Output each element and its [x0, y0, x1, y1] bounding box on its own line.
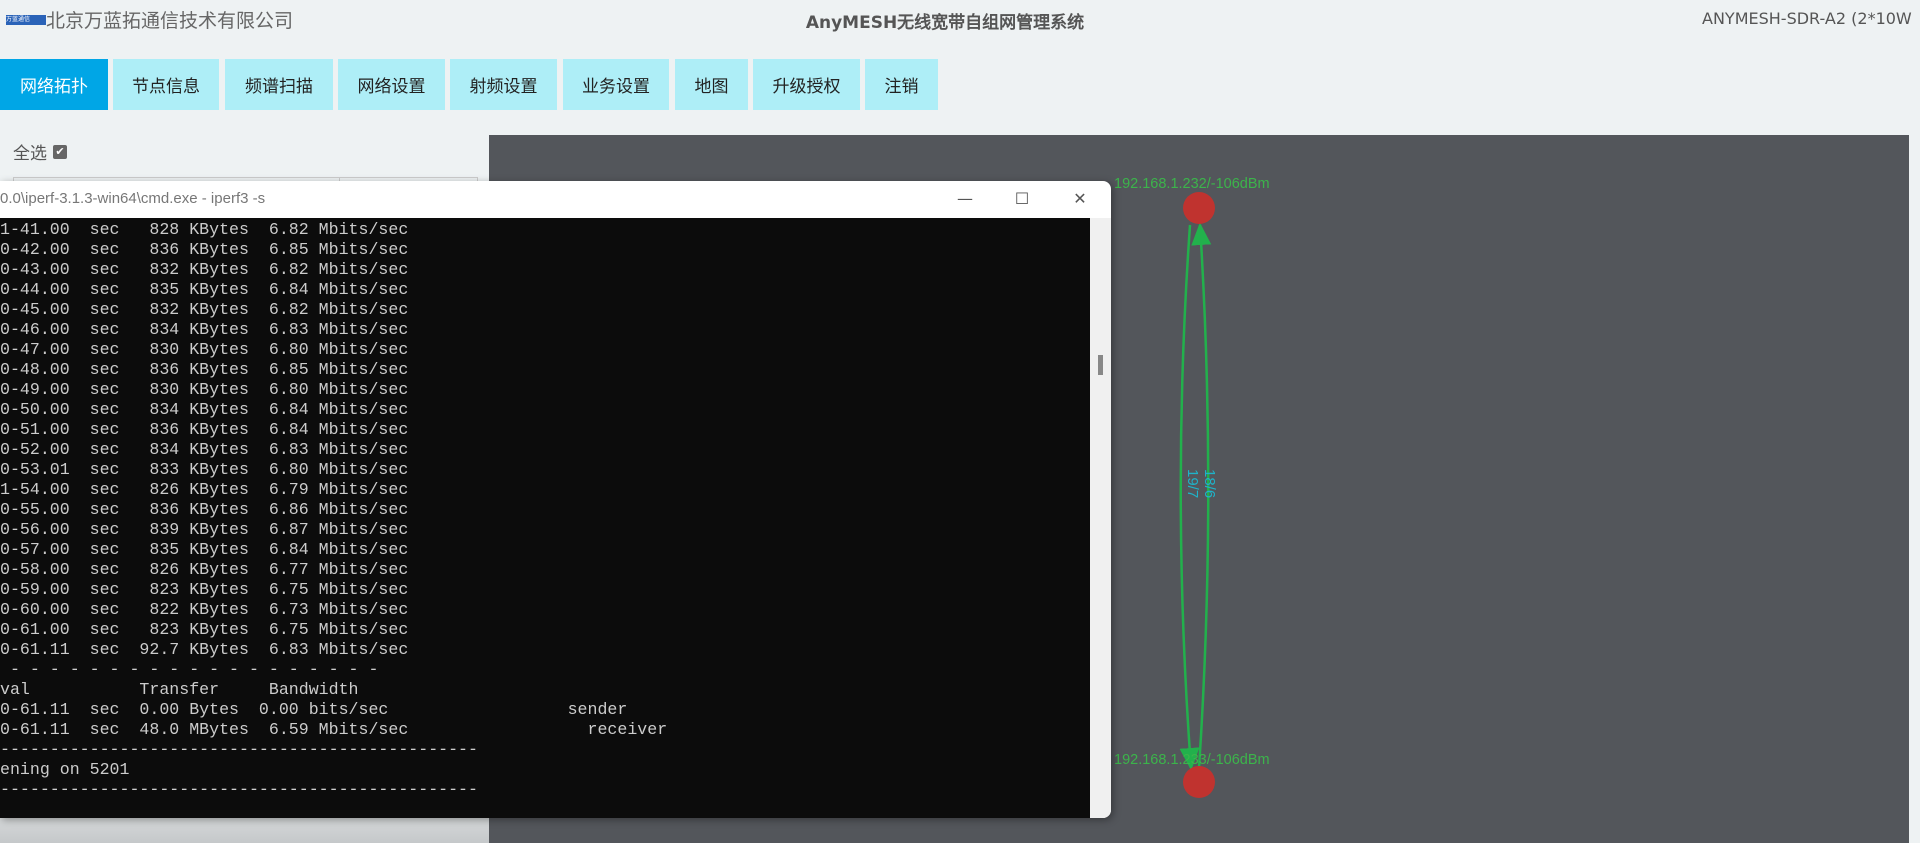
close-button[interactable]: ✕: [1065, 185, 1095, 213]
scrollbar-thumb[interactable]: [1098, 355, 1103, 375]
node-circle: [1183, 766, 1215, 798]
terminal-output[interactable]: 1-41.00 sec 828 KBytes 6.82 Mbits/sec0-4…: [0, 218, 1090, 818]
tab-0[interactable]: 网络拓扑: [0, 59, 108, 110]
terminal-line: 0-61.00 sec 823 KBytes 6.75 Mbits/sec: [0, 620, 1090, 640]
window-title: 0.0\iperf-3.1.3-win64\cmd.exe - iperf3 -…: [0, 190, 265, 207]
terminal-line: 0-46.00 sec 834 KBytes 6.83 Mbits/sec: [0, 320, 1090, 340]
terminal-line: 1-41.00 sec 828 KBytes 6.82 Mbits/sec: [0, 220, 1090, 240]
terminal-line: 0-49.00 sec 830 KBytes 6.80 Mbits/sec: [0, 380, 1090, 400]
tab-6[interactable]: 地图: [675, 59, 748, 110]
select-all-label: 全选: [13, 139, 47, 164]
terminal-line: 0-47.00 sec 830 KBytes 6.80 Mbits/sec: [0, 340, 1090, 360]
terminal-line: 0-42.00 sec 836 KBytes 6.85 Mbits/sec: [0, 240, 1090, 260]
terminal-line: 0-59.00 sec 823 KBytes 6.75 Mbits/sec: [0, 580, 1090, 600]
tab-7[interactable]: 升级授权: [753, 59, 860, 110]
left-panel-bottom: [0, 818, 489, 843]
terminal-line: 0-58.00 sec 826 KBytes 6.77 Mbits/sec: [0, 560, 1090, 580]
terminal-line: 0-61.11 sec 0.00 Bytes 0.00 bits/sec sen…: [0, 700, 1090, 720]
minimize-button[interactable]: —: [950, 185, 980, 213]
terminal-line: 0-48.00 sec 836 KBytes 6.85 Mbits/sec: [0, 360, 1090, 380]
system-title: AnyMESH无线宽带自组网管理系统: [770, 8, 1120, 33]
tab-8[interactable]: 注销: [865, 59, 938, 110]
terminal-line: 0-56.00 sec 839 KBytes 6.87 Mbits/sec: [0, 520, 1090, 540]
terminal-line: 0-43.00 sec 832 KBytes 6.82 Mbits/sec: [0, 260, 1090, 280]
scrollbar[interactable]: [1090, 218, 1111, 818]
company-logo: 万蓝通信: [6, 15, 46, 25]
link-label: 18/6: [1201, 469, 1218, 498]
terminal-line: 0-61.11 sec 48.0 MBytes 6.59 Mbits/sec r…: [0, 720, 1090, 740]
terminal-line: 1-54.00 sec 826 KBytes 6.79 Mbits/sec: [0, 480, 1090, 500]
tab-2[interactable]: 频谱扫描: [225, 59, 333, 110]
terminal-line: 0-52.00 sec 834 KBytes 6.83 Mbits/sec: [0, 440, 1090, 460]
tab-5[interactable]: 业务设置: [563, 59, 669, 110]
device-model: ANYMESH-SDR-A2 (2*10W: [1702, 9, 1912, 28]
terminal-line: 0-51.00 sec 836 KBytes 6.84 Mbits/sec: [0, 420, 1090, 440]
node-label: 192.168.1.232/-106dBm: [1114, 176, 1270, 192]
tab-1[interactable]: 节点信息: [113, 59, 219, 110]
terminal-line: ening on 5201: [0, 760, 1090, 780]
terminal-line: - - - - - - - - - - - - - - - - - - -: [0, 660, 1090, 680]
link-label: 19/7: [1184, 469, 1201, 498]
select-all[interactable]: 全选 ✔: [13, 139, 67, 164]
terminal-line: 0-60.00 sec 822 KBytes 6.73 Mbits/sec: [0, 600, 1090, 620]
node-label: 192.168.1.233/-106dBm: [1114, 752, 1270, 768]
terminal-line: 0-53.01 sec 833 KBytes 6.80 Mbits/sec: [0, 460, 1090, 480]
maximize-button[interactable]: ☐: [1007, 185, 1037, 213]
tab-4[interactable]: 射频设置: [450, 59, 557, 110]
node-circle: [1183, 192, 1215, 224]
terminal-line: ----------------------------------------…: [0, 740, 1090, 760]
terminal-line: 0-45.00 sec 832 KBytes 6.82 Mbits/sec: [0, 300, 1090, 320]
cmd-window[interactable]: 0.0\iperf-3.1.3-win64\cmd.exe - iperf3 -…: [0, 181, 1111, 818]
terminal-line: val Transfer Bandwidth: [0, 680, 1090, 700]
tab-3[interactable]: 网络设置: [338, 59, 445, 110]
terminal-line: 0-44.00 sec 835 KBytes 6.84 Mbits/sec: [0, 280, 1090, 300]
terminal-line: 0-55.00 sec 836 KBytes 6.86 Mbits/sec: [0, 500, 1090, 520]
terminal-line: ----------------------------------------…: [0, 780, 1090, 800]
terminal-line: 0-61.11 sec 92.7 KBytes 6.83 Mbits/sec: [0, 640, 1090, 660]
company-name: 北京万蓝拓通信技术有限公司: [46, 6, 293, 33]
terminal-line: 0-50.00 sec 834 KBytes 6.84 Mbits/sec: [0, 400, 1090, 420]
select-all-checkbox[interactable]: ✔: [53, 145, 67, 159]
terminal-line: 0-57.00 sec 835 KBytes 6.84 Mbits/sec: [0, 540, 1090, 560]
